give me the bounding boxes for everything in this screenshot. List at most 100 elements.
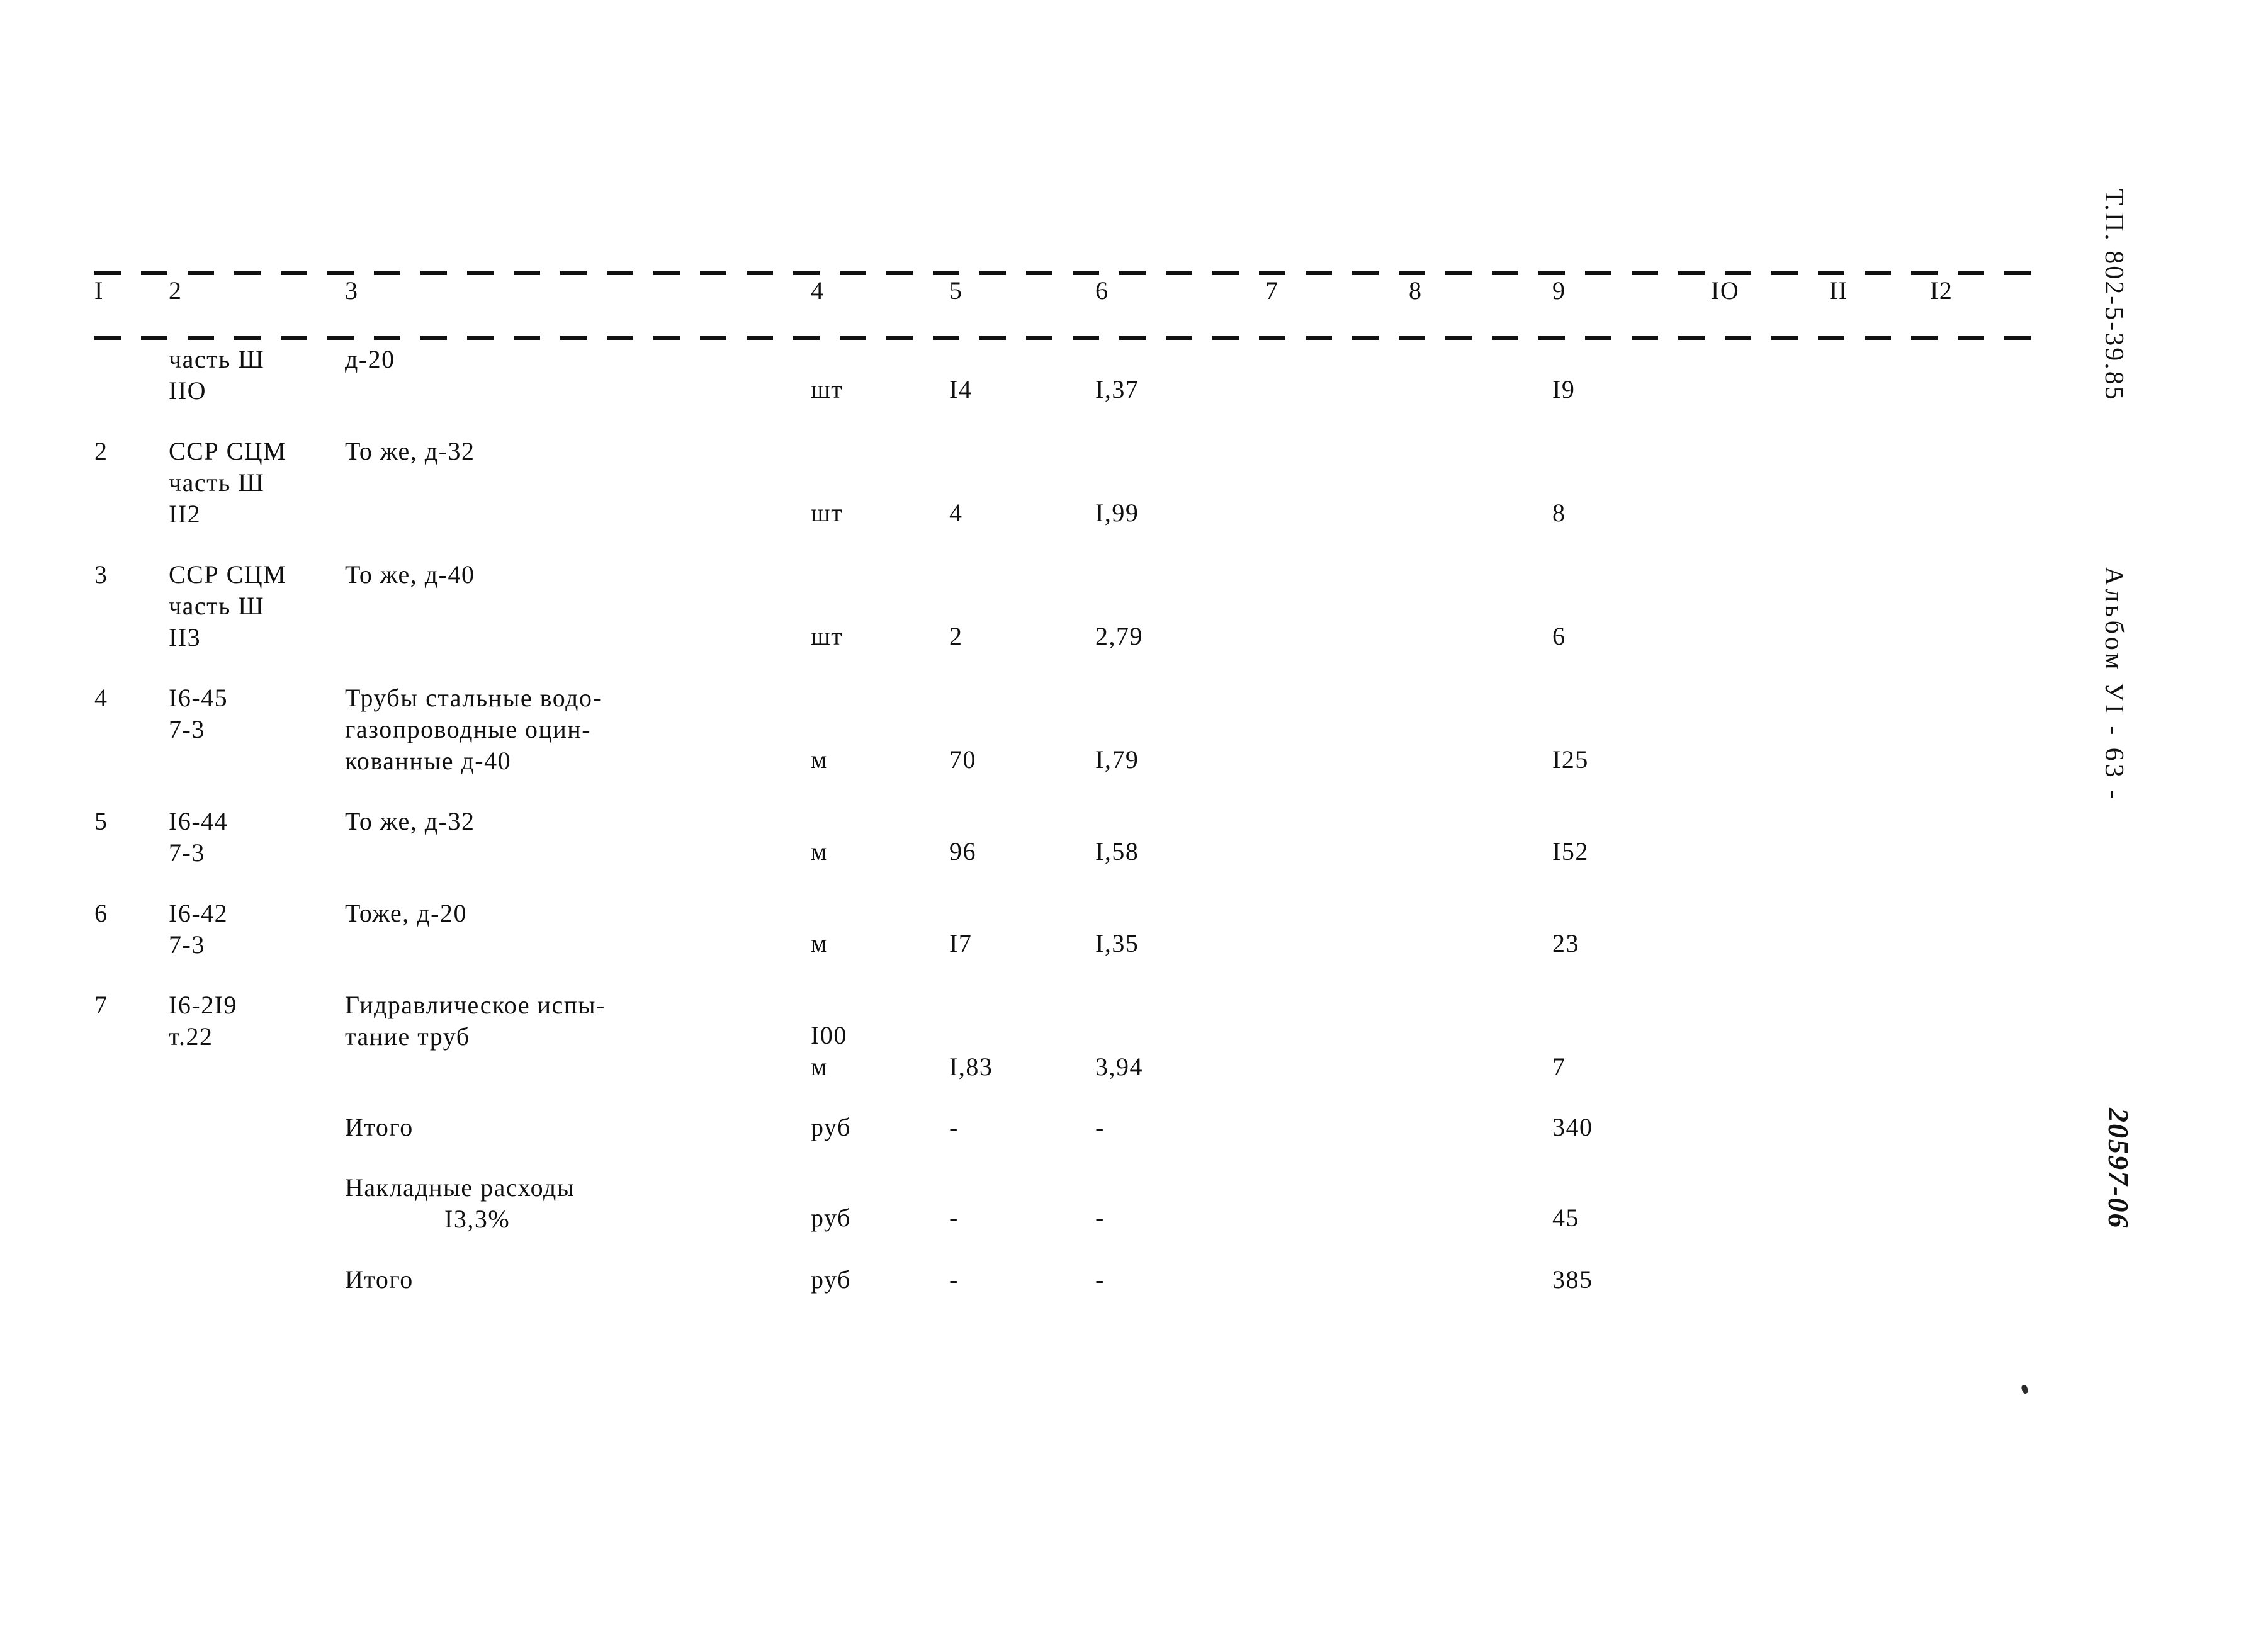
table-row: 4 I6-45 7-3 Трубы стальные водо- газопрово… — [94, 679, 2033, 777]
row-unit-price: - — [1095, 1168, 1265, 1235]
row-col11 — [1829, 679, 1930, 777]
row-description-text: Тоже, д-20 — [345, 899, 467, 927]
row-total-text: 340 — [1552, 1113, 1593, 1141]
row-description: То же, д-32 — [345, 802, 811, 869]
row-number-text: 7 — [94, 991, 108, 1019]
row-code: ССР СЦМ часть Ш II3 — [169, 555, 345, 653]
row-total-text: 6 — [1552, 622, 1566, 650]
table-row: 3 ССР СЦМ часть Ш II3 То же, д-40 шт 2 2,79 6 — [94, 555, 2033, 653]
row-col7 — [1265, 555, 1409, 653]
row-code-text: I6-2I9 т.22 — [169, 991, 237, 1051]
table-body: часть Ш IIO д-20 шт I4 I,37 I9 2 ССР СЦМ часть … — [94, 340, 2033, 1295]
row-col7-text — [1265, 344, 1409, 374]
row-unit-price: I,35 — [1095, 894, 1265, 961]
column-number-row: I 2 3 4 5 6 7 8 9 IO II I2 — [94, 275, 2033, 336]
row-number-text: 5 — [94, 807, 108, 835]
row-col10 — [1711, 802, 1829, 869]
row-code: I6-42 7-3 — [169, 894, 345, 961]
row-quantity: I,83 — [949, 986, 1095, 1083]
row-total: 7 — [1552, 986, 1711, 1083]
row-unit-price-text: - — [1095, 1265, 1105, 1294]
row-col10-text — [1711, 1172, 1829, 1202]
row-number-text: 2 — [94, 437, 108, 465]
row-col8-text — [1409, 1172, 1552, 1202]
row-code: ССР СЦМ часть Ш II2 — [169, 432, 345, 530]
row-description-subline: I3,3% — [444, 1205, 511, 1233]
row-description-text: Гидравлическое испы- тание труб — [345, 991, 606, 1051]
row-spacer — [94, 961, 2033, 986]
row-description-text: Накладные расходы — [345, 1173, 575, 1202]
row-col12-text — [1930, 559, 2033, 621]
row-quantity-text: 70 — [949, 745, 976, 774]
row-col8 — [1409, 986, 1552, 1083]
row-unit-price-text: I,37 — [1095, 375, 1139, 403]
row-col10-text — [1711, 990, 1829, 1020]
row-col12-text — [1930, 806, 2033, 836]
row-code-text: I6-42 7-3 — [169, 899, 228, 959]
row-col11 — [1829, 1260, 1930, 1295]
table-header-rule — [94, 336, 2033, 340]
row-col11 — [1829, 1108, 1930, 1143]
row-quantity-text: - — [949, 1113, 959, 1141]
row-number — [94, 1168, 169, 1235]
row-col12-text — [1930, 436, 2033, 497]
row-col11 — [1829, 986, 1930, 1083]
row-col7 — [1265, 1168, 1409, 1235]
row-col7 — [1265, 340, 1409, 407]
row-unit-price: I,99 — [1095, 432, 1265, 530]
row-spacer-cell — [94, 961, 2033, 986]
row-col10 — [1711, 1168, 1829, 1235]
row-description-text: Итого — [345, 1113, 414, 1141]
row-col8-text — [1409, 990, 1552, 1020]
row-col11-text — [1829, 806, 1930, 836]
row-col11 — [1829, 802, 1930, 869]
row-number: 7 — [94, 986, 169, 1083]
row-col10 — [1711, 1260, 1829, 1295]
row-quantity-text: 4 — [949, 499, 963, 527]
row-unit-price: I,37 — [1095, 340, 1265, 407]
table-row: 5 I6-44 7-3 То же, д-32 м 96 I,58 I52 — [94, 802, 2033, 869]
row-col11 — [1829, 432, 1930, 530]
row-col12 — [1930, 679, 2033, 777]
album-page-stamp: Альбом УI - 63 - — [2099, 567, 2128, 803]
row-number — [94, 340, 169, 407]
row-spacer — [94, 407, 2033, 432]
row-total: I52 — [1552, 802, 1711, 869]
row-unit-text: руб — [811, 1265, 851, 1294]
row-unit-price-text: I,99 — [1095, 499, 1139, 527]
row-spacer — [94, 1235, 2033, 1260]
row-number-text: 6 — [94, 899, 108, 927]
row-description-text: То же, д-32 — [345, 807, 475, 835]
row-description-text: д-20 — [345, 345, 395, 373]
row-unit-text: шт — [811, 622, 843, 650]
row-unit-text: шт — [811, 499, 843, 527]
row-col8 — [1409, 894, 1552, 961]
row-col10 — [1711, 986, 1829, 1083]
row-description: То же, д-40 — [345, 555, 811, 653]
row-total: 340 — [1552, 1108, 1711, 1143]
row-total-text: I52 — [1552, 837, 1589, 866]
row-number: 4 — [94, 679, 169, 777]
row-unit: руб — [811, 1260, 949, 1295]
row-unit: шт — [811, 340, 949, 407]
table-row: Итого руб - - 385 — [94, 1260, 2033, 1295]
column-number-8: 8 — [1409, 276, 1423, 305]
row-total-text: 8 — [1552, 499, 1566, 527]
row-quantity-text: I4 — [949, 375, 973, 403]
row-code — [169, 1108, 345, 1143]
row-quantity: 70 — [949, 679, 1095, 777]
row-col12 — [1930, 1108, 2033, 1143]
row-quantity: - — [949, 1168, 1095, 1235]
row-spacer — [94, 777, 2033, 802]
row-col7-text — [1265, 990, 1409, 1020]
row-total-text: 23 — [1552, 929, 1579, 957]
column-number-10: IO — [1711, 276, 1740, 305]
row-description-text: То же, д-40 — [345, 560, 475, 589]
row-quantity-text: I7 — [949, 929, 973, 957]
archive-code-stamp: 20597-06 — [2102, 1108, 2135, 1229]
row-unit: м — [811, 802, 949, 869]
row-description: То же, д-32 — [345, 432, 811, 530]
row-quantity-text: 2 — [949, 622, 963, 650]
row-total: I9 — [1552, 340, 1711, 407]
row-unit: I00 м — [811, 986, 949, 1083]
